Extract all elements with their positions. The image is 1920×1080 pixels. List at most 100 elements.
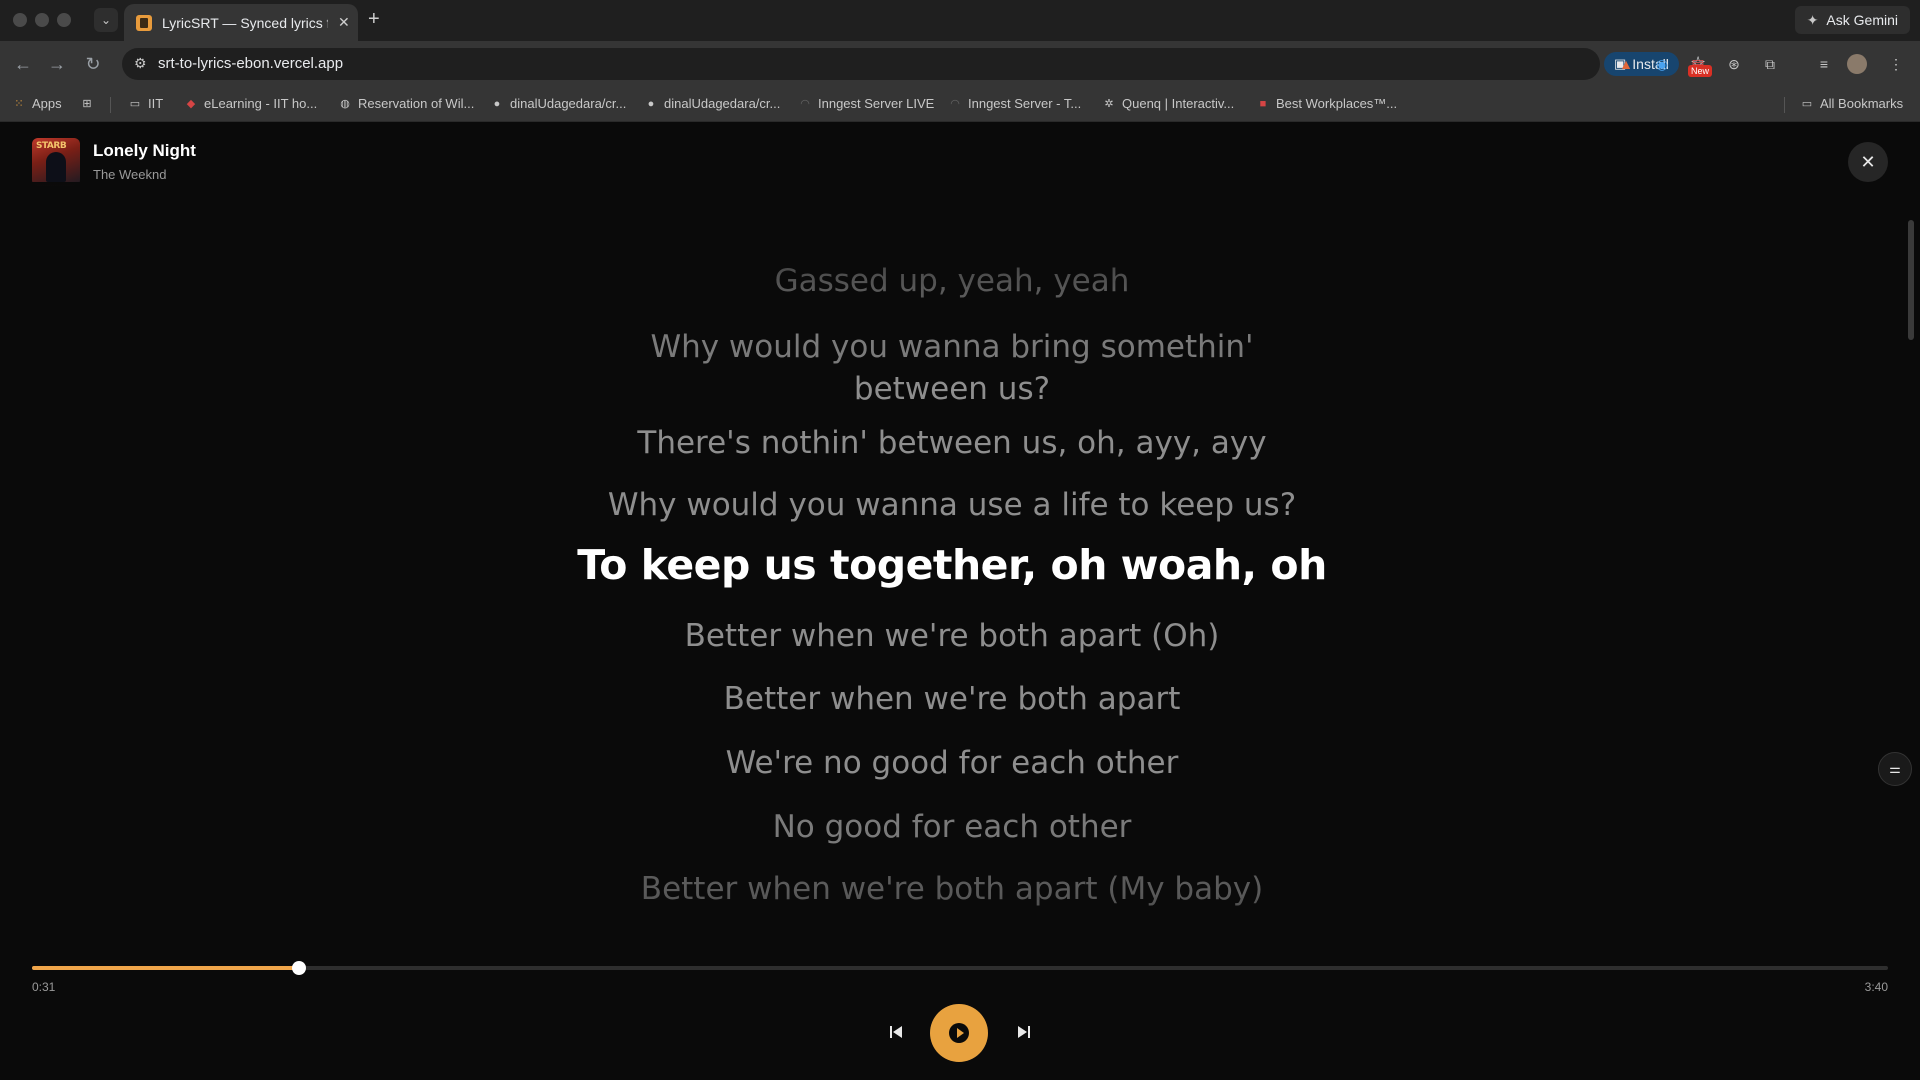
site-info-icon[interactable]: ⚙ (134, 55, 152, 73)
lyric-line[interactable]: We're no good for each other (0, 742, 1904, 785)
lyrics-player: STARB Lonely Night The Weeknd ✕ Gassed u… (0, 122, 1920, 1080)
album-art: STARB (32, 138, 80, 186)
back-arrow-icon[interactable]: ← (10, 51, 36, 77)
song-title: Lonely Night (93, 141, 196, 160)
bookmark-label: Inngest Server - T... (968, 96, 1082, 111)
bookmark-github-2[interactable]: ● dinalUdagedara/cr... (644, 96, 781, 111)
lyric-line[interactable]: No good for each other (0, 806, 1904, 849)
bookmark-label: Reservation of Wil... (358, 96, 475, 111)
lyrics-scrollbar[interactable] (1906, 206, 1916, 886)
window-minimize-button[interactable] (35, 13, 49, 27)
tab-close-icon[interactable]: ✕ (338, 14, 350, 31)
tab-bar: ⌄ LyricSRT — Synced lyrics from ✕ + ✦ As… (0, 0, 1920, 41)
bookmark-inngest-test[interactable]: ◠ Inngest Server - T... (948, 96, 1081, 111)
bookmark-label: dinalUdagedara/cr... (664, 96, 781, 111)
bookmark-divider (1784, 97, 1785, 113)
url-text[interactable]: srt-to-lyrics-ebon.vercel.app (158, 55, 343, 72)
lyric-line[interactable]: Gassed up, yeah, yeah (0, 260, 1904, 303)
lyric-line[interactable]: Better when we're both apart (Oh) (0, 615, 1904, 658)
apps-grid-icon: ⁙ (14, 98, 24, 110)
lyric-line[interactable]: There's nothin' between us, oh, ayy, ayy (0, 422, 1904, 465)
tab-title: LyricSRT — Synced lyrics from (162, 14, 328, 31)
scrollbar-thumb[interactable] (1908, 220, 1914, 340)
extension-wifi-icon[interactable]: ◉ (1651, 53, 1673, 75)
tab-active[interactable]: LyricSRT — Synced lyrics from ✕ (124, 4, 358, 41)
lyric-line[interactable]: between us? (0, 368, 1904, 411)
window-maximize-button[interactable] (57, 13, 71, 27)
reload-icon[interactable]: ↻ (80, 51, 106, 77)
shield-icon: ◆ (186, 98, 196, 110)
quenq-icon: ✲ (1104, 98, 1114, 110)
extension-fox-icon[interactable]: ▲ (1615, 53, 1637, 75)
close-player-button[interactable]: ✕ (1848, 142, 1888, 182)
gemini-sparkle-icon: ✦ (1806, 11, 1819, 28)
lyric-line[interactable]: Better when we're both apart (0, 678, 1904, 721)
bookmark-inngest-live[interactable]: ◠ Inngest Server LIVE (798, 96, 934, 111)
inngest-icon: ◠ (950, 98, 960, 110)
bookmark-label: eLearning - IIT ho... (204, 96, 318, 111)
github-icon: ● (493, 97, 501, 110)
red-square-icon: ■ (1259, 97, 1267, 110)
globe-icon: ◍ (340, 98, 350, 110)
chevron-down-icon: ⌄ (100, 13, 112, 27)
new-badge: New (1688, 65, 1713, 77)
bookmark-best-workplaces[interactable]: ■ Best Workplaces™... (1256, 96, 1397, 111)
reading-list-icon[interactable]: ≡ (1813, 53, 1835, 75)
previous-track-button[interactable] (884, 1020, 908, 1044)
bookmark-divider (110, 97, 111, 113)
address-bar[interactable]: ⚙ srt-to-lyrics-ebon.vercel.app ▣ Instal… (122, 48, 1706, 80)
tab-groups-button[interactable]: ⊞ (80, 96, 94, 110)
progress-handle[interactable] (291, 961, 306, 975)
album-logo-mark: STARB (36, 141, 67, 151)
bookmark-label: IIT (148, 96, 164, 111)
forward-arrow-icon[interactable]: → (44, 51, 70, 77)
lyric-line[interactable]: Why would you wanna use a life to keep u… (0, 484, 1904, 527)
current-time: 0:31 (32, 980, 56, 994)
ask-gemini-button[interactable]: ✦ Ask Gemini (1794, 6, 1910, 34)
tab-search-button[interactable]: ⌄ (94, 8, 118, 32)
next-track-button[interactable] (1012, 1020, 1036, 1044)
new-tab-plus-icon[interactable]: + (368, 8, 380, 31)
ask-gemini-label: Ask Gemini (1826, 12, 1898, 28)
skip-next-icon (1018, 1026, 1030, 1038)
bookmark-label: dinalUdagedara/cr... (510, 96, 627, 111)
close-icon: ✕ (1860, 151, 1876, 172)
window-close-button[interactable] (13, 13, 27, 27)
sync-settings-button[interactable]: ⚌ (1878, 752, 1912, 786)
lyric-line[interactable]: Better when we're both apart (My baby) (0, 868, 1904, 911)
progress-bar[interactable] (32, 961, 1888, 975)
bookmarks-bar: ⁙ Apps ⊞ ▭ IIT ◆ eLearning - IIT ho... ◍… (0, 87, 1920, 122)
lyric-line-active[interactable]: To keep us together, oh woah, oh (0, 544, 1904, 587)
bookmark-iit[interactable]: ▭ IIT (128, 96, 163, 111)
progress-fill (32, 966, 299, 970)
bookmark-label: Apps (32, 96, 62, 111)
more-menu-icon[interactable]: ⋮ (1885, 53, 1907, 75)
github-icon: ● (647, 97, 655, 110)
bookmark-github-1[interactable]: ● dinalUdagedara/cr... (490, 96, 627, 111)
play-button[interactable] (930, 1004, 988, 1062)
lyrics-scroller[interactable]: Gassed up, yeah, yeah Why would you wanna… (0, 182, 1904, 1042)
bookmark-label: Best Workplaces™... (1276, 96, 1398, 111)
play-icon (949, 1023, 969, 1043)
bookmark-elearning[interactable]: ◆ eLearning - IIT ho... (184, 96, 317, 111)
bookmark-label: Quenq | Interactiv... (1122, 96, 1235, 111)
tab-groups-icon: ⊞ (82, 97, 92, 110)
inngest-icon: ◠ (800, 98, 810, 110)
extension-openai-icon[interactable]: ⊛ (1723, 53, 1745, 75)
extensions-puzzle-icon[interactable]: ⧉ (1759, 53, 1781, 75)
browser-toolbar: ← → ↻ ⚙ srt-to-lyrics-ebon.vercel.app ▣ … (0, 41, 1920, 87)
skip-previous-icon (890, 1026, 902, 1038)
bookmark-label: Inngest Server LIVE (818, 96, 935, 111)
all-bookmarks-label: All Bookmarks (1820, 96, 1904, 111)
folder-icon: ▭ (1801, 98, 1813, 110)
profile-avatar[interactable] (1847, 54, 1867, 74)
lyric-line[interactable]: Why would you wanna bring somethin' (0, 326, 1904, 369)
bookmark-quenq[interactable]: ✲ Quenq | Interactiv... (1102, 96, 1234, 111)
bookmark-apps[interactable]: ⁙ Apps (12, 96, 62, 111)
song-artist: The Weeknd (93, 167, 167, 182)
sliders-icon: ⚌ (1889, 761, 1901, 776)
all-bookmarks-button[interactable]: ▭ All Bookmarks (1800, 96, 1903, 111)
bookmark-reservation[interactable]: ◍ Reservation of Wil... (338, 96, 474, 111)
lyricsrt-favicon-icon (136, 14, 152, 31)
folder-icon: ▭ (129, 98, 141, 110)
